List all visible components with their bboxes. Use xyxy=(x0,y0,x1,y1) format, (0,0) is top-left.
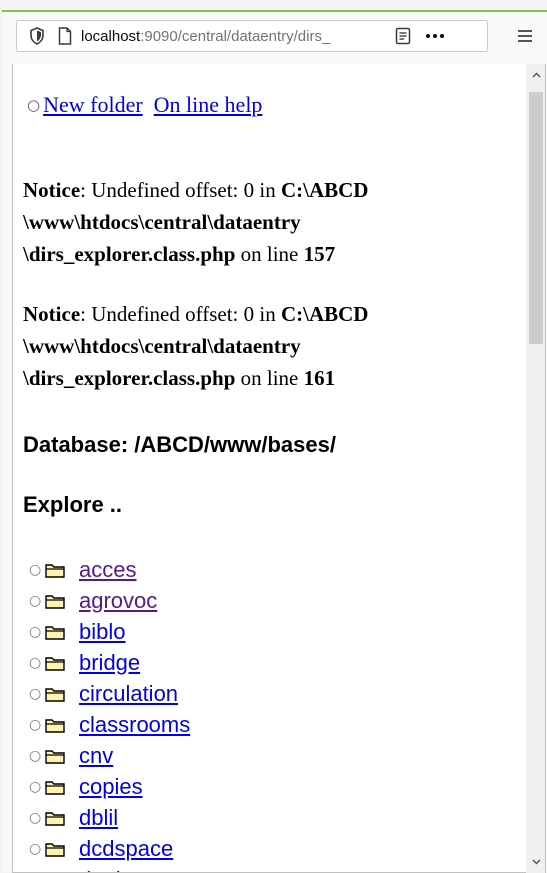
notice-on-line: on line xyxy=(235,366,303,390)
radio-bullet-icon: ○ xyxy=(29,624,45,640)
scroll-up-icon[interactable] xyxy=(526,66,546,84)
folder-row: ○ bridge xyxy=(29,647,190,678)
folder-row: ○ acces xyxy=(29,554,190,585)
scroll-thumb[interactable] xyxy=(529,92,543,344)
folder-link-circulation[interactable]: circulation xyxy=(79,681,178,707)
online-help-link[interactable]: On line help xyxy=(154,92,263,117)
folder-icon xyxy=(45,810,65,826)
folder-list: ○acces○agrovoc○biblo○bridge○circulation○… xyxy=(29,554,190,873)
folder-icon xyxy=(45,624,65,640)
folder-link-doaj[interactable]: doaj xyxy=(79,867,121,873)
folder-link-agrovoc[interactable]: agrovoc xyxy=(79,588,157,614)
url-path: :9090/central/dataentry/dirs_ xyxy=(140,28,330,45)
folder-row: ○ dcdspace xyxy=(29,833,190,864)
address-bar[interactable]: localhost:9090/central/dataentry/dirs_ xyxy=(16,20,488,52)
folder-icon xyxy=(45,593,65,609)
radio-bullet-icon: ○ xyxy=(29,593,45,609)
explore-heading: Explore .. xyxy=(23,492,122,518)
notice-label: Notice xyxy=(23,178,80,202)
folder-row: ○ cnv xyxy=(29,740,190,771)
browser-toolbar: localhost:9090/central/dataentry/dirs_ xyxy=(2,12,547,62)
folder-link-dblil[interactable]: dblil xyxy=(79,805,118,831)
folder-icon xyxy=(45,717,65,733)
notice-on-line: on line xyxy=(235,242,303,266)
folder-link-copies[interactable]: copies xyxy=(79,774,143,800)
folder-row: ○ circulation xyxy=(29,678,190,709)
folder-link-dcdspace[interactable]: dcdspace xyxy=(79,836,173,862)
url-host: localhost xyxy=(81,28,140,45)
radio-bullet-icon: ○ xyxy=(29,748,45,764)
folder-link-cnv[interactable]: cnv xyxy=(79,743,113,769)
folder-link-acces[interactable]: acces xyxy=(79,557,136,583)
folder-row: ○ agrovoc xyxy=(29,585,190,616)
notice-text: : Undefined offset: 0 in xyxy=(80,302,281,326)
folder-icon xyxy=(45,686,65,702)
radio-bullet-icon: ○ xyxy=(29,779,45,795)
radio-bullet-icon: ○ xyxy=(29,562,45,578)
notice-label: Notice xyxy=(23,302,80,326)
page-content: ○New folder On line help Notice: Undefin… xyxy=(12,64,526,873)
folder-row: ○ dblil xyxy=(29,802,190,833)
radio-bullet-icon: ○ xyxy=(29,810,45,826)
folder-icon xyxy=(45,562,65,578)
folder-row: ○ classrooms xyxy=(29,709,190,740)
folder-link-biblo[interactable]: biblo xyxy=(79,619,125,645)
radio-bullet-icon: ○ xyxy=(29,841,45,857)
page-info-icon[interactable] xyxy=(55,27,75,45)
radio-bullet-icon: ○ xyxy=(29,655,45,671)
radio-bullet-icon: ○ xyxy=(29,717,45,733)
notice-path-2: \www\htdocs\central\dataentry xyxy=(23,334,301,358)
menu-icon[interactable] xyxy=(515,26,535,46)
browser-window: localhost:9090/central/dataentry/dirs_ ○… xyxy=(2,10,547,871)
notice-path-3: \dirs_explorer.class.php xyxy=(23,242,235,266)
scroll-down-icon[interactable] xyxy=(526,853,546,871)
new-folder-link[interactable]: New folder xyxy=(43,92,143,117)
folder-icon xyxy=(45,655,65,671)
folder-icon xyxy=(45,841,65,857)
shield-icon[interactable] xyxy=(25,27,49,45)
reader-view-icon[interactable] xyxy=(391,27,415,45)
folder-row: ○doaj xyxy=(29,864,190,873)
bullet-icon: ○ xyxy=(27,96,40,114)
database-heading: Database: /ABCD/www/bases/ xyxy=(23,432,336,458)
notice-message-2: Notice: Undefined offset: 0 in C:\ABCD \… xyxy=(23,298,368,394)
notice-path-3: \dirs_explorer.class.php xyxy=(23,366,235,390)
radio-bullet-icon: ○ xyxy=(29,686,45,702)
folder-icon xyxy=(45,748,65,764)
notice-path-1: C:\ABCD xyxy=(281,302,369,326)
notice-path-1: C:\ABCD xyxy=(281,178,369,202)
notice-text: : Undefined offset: 0 in xyxy=(80,178,281,202)
notice-message-1: Notice: Undefined offset: 0 in C:\ABCD \… xyxy=(23,174,368,270)
notice-path-2: \www\htdocs\central\dataentry xyxy=(23,210,301,234)
notice-line-number: 157 xyxy=(304,242,336,266)
top-links: ○New folder On line help xyxy=(27,92,262,118)
folder-link-bridge[interactable]: bridge xyxy=(79,650,140,676)
folder-row: ○ biblo xyxy=(29,616,190,647)
folder-icon xyxy=(45,779,65,795)
vertical-scrollbar[interactable] xyxy=(526,64,546,873)
page-actions-icon[interactable] xyxy=(421,33,449,39)
url-text[interactable]: localhost:9090/central/dataentry/dirs_ xyxy=(81,28,381,45)
folder-row: ○ copies xyxy=(29,771,190,802)
notice-line-number: 161 xyxy=(304,366,336,390)
folder-link-classrooms[interactable]: classrooms xyxy=(79,712,190,738)
